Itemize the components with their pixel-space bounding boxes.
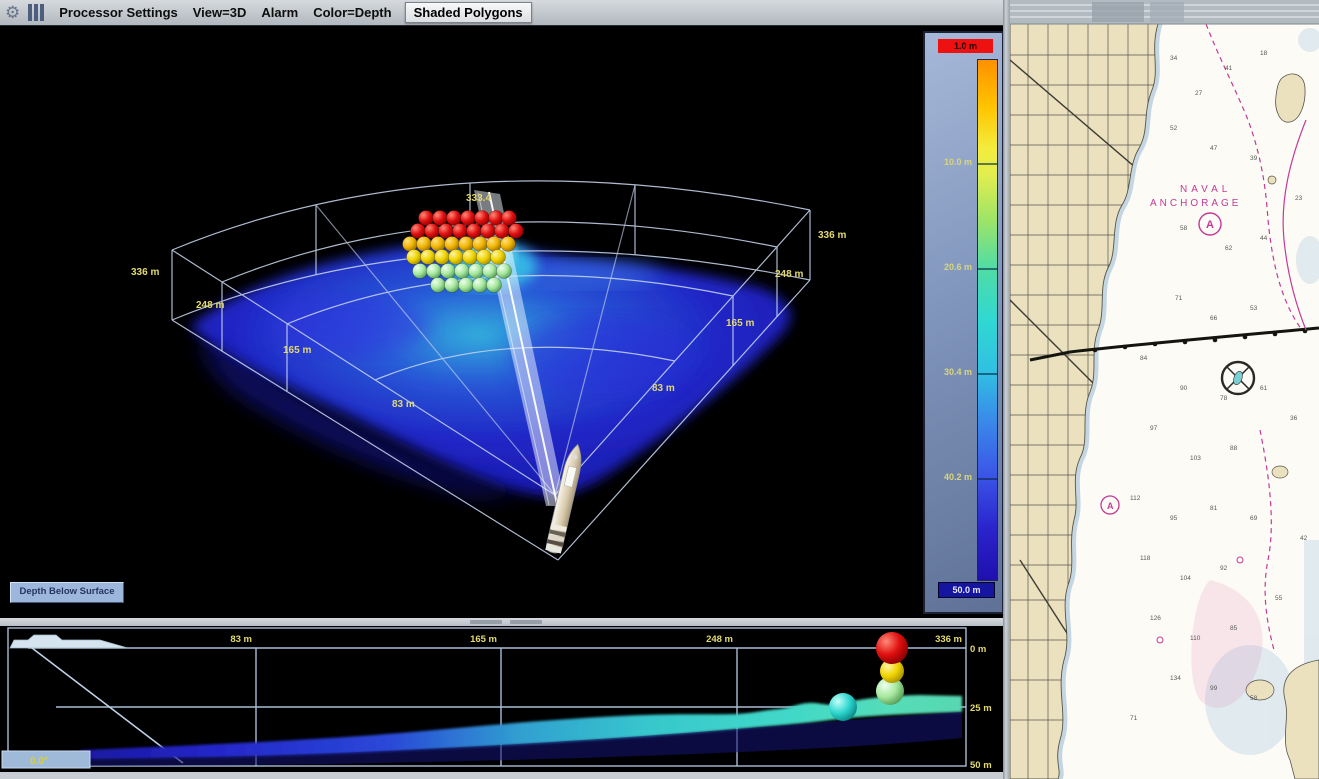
splitter-handle-2[interactable] [510, 620, 542, 624]
chart-toolbar-block-1[interactable] [1092, 2, 1144, 22]
range-label-right-336: 336 m [818, 230, 846, 241]
scale-label-30m: 30.4 m [925, 367, 972, 377]
scale-min-depth-badge: 1.0 m [938, 39, 993, 53]
svg-text:103: 103 [1190, 455, 1201, 462]
scale-label-10m: 10.0 m [925, 157, 972, 167]
menu-item-color-depth[interactable]: Color=Depth [313, 5, 391, 20]
profile-range-248: 248 m [706, 634, 733, 645]
menu-bar: ⚙ Processor Settings View=3D Alarm Color… [0, 0, 1003, 26]
anchorage-text-1: NAVAL [1180, 184, 1231, 195]
svg-text:90: 90 [1180, 385, 1188, 392]
svg-text:134: 134 [1170, 675, 1181, 682]
svg-text:88: 88 [1230, 445, 1238, 452]
svg-text:42: 42 [1300, 535, 1308, 542]
svg-text:95: 95 [1170, 515, 1178, 522]
tilt-angle-badge: 0.0° [2, 751, 90, 768]
svg-text:71: 71 [1175, 295, 1183, 302]
svg-text:41: 41 [1225, 65, 1233, 72]
tilt-angle-value: 0.0° [30, 756, 48, 767]
splitter-handle-1[interactable] [470, 620, 502, 624]
svg-text:110: 110 [1190, 635, 1201, 642]
profile-depth-50: 50 m [970, 760, 992, 771]
svg-text:112: 112 [1130, 495, 1141, 502]
svg-text:104: 104 [1180, 575, 1191, 582]
svg-text:85: 85 [1230, 625, 1238, 632]
anchorage-circle-a: A [1206, 219, 1214, 231]
svg-text:81: 81 [1210, 505, 1218, 512]
bottom-frame-strip [0, 772, 1003, 779]
range-label-left-336: 336 m [131, 267, 159, 278]
settings-gear-icon[interactable]: ⚙ [5, 4, 20, 21]
tab-shaded-polygons[interactable]: Shaded Polygons [405, 2, 532, 23]
range-label-left-248: 248 m [196, 300, 224, 311]
scale-label-20m: 20.6 m [925, 262, 972, 272]
range-label-left-83: 83 m [392, 399, 415, 410]
vertical-splitter[interactable] [1003, 0, 1010, 779]
svg-text:84: 84 [1140, 355, 1148, 362]
chart-toolbar-strip[interactable] [1010, 0, 1319, 24]
scale-max-depth-badge: 50.0 m [938, 582, 995, 598]
svg-text:58: 58 [1250, 695, 1258, 702]
scale-label-40m: 40.2 m [925, 472, 972, 482]
svg-text:97: 97 [1150, 425, 1158, 432]
profile-range-336: 336 m [935, 634, 962, 645]
sonar-3d-viewport[interactable]: 336 m 248 m 165 m 83 m 336 m 248 m 165 m… [0, 26, 1003, 618]
scale-tick-10m [977, 163, 998, 165]
profile-range-83: 83 m [230, 634, 252, 645]
range-label-right-165: 165 m [726, 318, 754, 329]
svg-text:61: 61 [1260, 385, 1268, 392]
menu-item-alarm[interactable]: Alarm [261, 5, 298, 20]
profile-depth-25: 25 m [970, 703, 992, 714]
profile-range-165: 165 m [470, 634, 497, 645]
nautical-chart-panel[interactable]: NAVAL ANCHORAGE A A 34 27 41 18 52 47 39 58 62 44… [1010, 0, 1319, 779]
svg-text:69: 69 [1250, 515, 1258, 522]
profile-depth-0: 0 m [970, 644, 986, 655]
svg-text:39: 39 [1250, 155, 1258, 162]
range-label-right-83: 83 m [652, 383, 675, 394]
depth-gradient-bar [977, 59, 998, 581]
svg-text:18: 18 [1260, 50, 1268, 57]
svg-text:34: 34 [1170, 55, 1178, 62]
svg-text:53: 53 [1250, 305, 1258, 312]
range-label-right-248: 248 m [775, 269, 803, 280]
svg-text:118: 118 [1140, 555, 1151, 562]
svg-text:36: 36 [1290, 415, 1298, 422]
svg-text:55: 55 [1275, 595, 1283, 602]
svg-text:71: 71 [1130, 715, 1138, 722]
svg-text:23: 23 [1295, 195, 1303, 202]
svg-text:47: 47 [1210, 145, 1218, 152]
menu-grille-icon[interactable] [28, 4, 44, 21]
svg-text:66: 66 [1210, 315, 1218, 322]
svg-text:52: 52 [1170, 125, 1178, 132]
scale-tick-30m [977, 373, 998, 375]
svg-text:78: 78 [1220, 395, 1228, 402]
svg-text:62: 62 [1225, 245, 1233, 252]
svg-text:99: 99 [1210, 685, 1218, 692]
target-peak-range-label: 333.4 [466, 193, 491, 204]
anchorage-text-2: ANCHORAGE [1150, 198, 1241, 209]
svg-text:58: 58 [1180, 225, 1188, 232]
menu-item-view-3d[interactable]: View=3D [193, 5, 247, 20]
depth-profile-viewport[interactable]: 83 m 165 m 248 m 336 m 0 m 25 m 50 m 0.0… [0, 626, 1003, 772]
scale-tick-40m [977, 478, 998, 480]
depth-below-surface-button[interactable]: Depth Below Surface [10, 582, 124, 603]
svg-text:92: 92 [1220, 565, 1228, 572]
chart-toolbar-block-2[interactable] [1150, 2, 1184, 22]
horizontal-splitter[interactable] [0, 618, 1003, 626]
anchorage-circle-a2: A [1107, 501, 1114, 511]
menu-item-processor-settings[interactable]: Processor Settings [59, 5, 178, 20]
range-label-left-165: 165 m [283, 345, 311, 356]
depth-color-scale: 1.0 m 10.0 m 20.6 m 30.4 m 40.2 m 50.0 m [923, 31, 1004, 614]
app-window: ⚙ Processor Settings View=3D Alarm Color… [0, 0, 1319, 779]
svg-text:126: 126 [1150, 615, 1161, 622]
svg-text:27: 27 [1195, 90, 1203, 97]
svg-text:44: 44 [1260, 235, 1268, 242]
scale-tick-20m [977, 268, 998, 270]
